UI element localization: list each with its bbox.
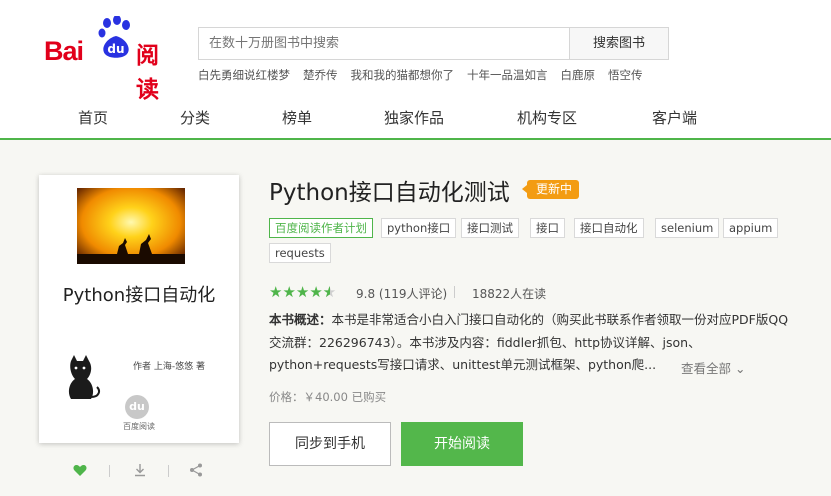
nav-home[interactable]: 首页 <box>78 107 108 128</box>
search-button[interactable]: 搜索图书 <box>569 27 669 60</box>
cover-title: Python接口自动化 <box>62 285 216 306</box>
nav-client[interactable]: 客户端 <box>652 107 697 128</box>
hot-search-link[interactable]: 十年一品温如言 <box>467 68 548 82</box>
tag-item[interactable]: selenium <box>655 218 720 238</box>
summary-label: 本书概述： <box>269 312 332 327</box>
action-divider <box>168 465 169 477</box>
rating-divider <box>454 286 455 298</box>
download-icon[interactable] <box>132 462 148 478</box>
action-divider <box>109 465 110 477</box>
nav-category[interactable]: 分类 <box>180 107 210 128</box>
tag-item[interactable]: 接口自动化 <box>574 218 644 238</box>
header: Bai du 阅读 搜索图书 白先勇细说红楼梦楚乔传我和我的猫都想你了十年一品温… <box>0 0 831 140</box>
book-cover[interactable]: Python接口自动化 作者 上海-悠悠 著 du 百度阅读 <box>39 175 239 443</box>
nav-institution[interactable]: 机构专区 <box>517 107 577 128</box>
paw-logo-icon: du <box>98 16 130 58</box>
hot-search-link[interactable]: 楚乔传 <box>303 68 338 82</box>
cat-illustration <box>68 355 100 399</box>
logo-read-text: 阅读 <box>136 43 159 103</box>
reader-count: 18822人在读 <box>472 287 547 301</box>
tag-item[interactable]: appium <box>723 218 779 238</box>
view-all-link[interactable]: 查看全部 ⌄ <box>681 358 745 377</box>
rating-score: 9.8 (119人评论) <box>356 287 448 301</box>
view-all-label: 查看全部 <box>681 361 732 376</box>
cover-actions <box>72 462 212 480</box>
rating-stars-icon: ★★★★★★ <box>269 283 337 301</box>
hot-search-link[interactable]: 白先勇细说红楼梦 <box>198 68 290 82</box>
hot-search-link[interactable]: 我和我的猫都想你了 <box>351 68 455 82</box>
nav-exclusive[interactable]: 独家作品 <box>384 107 444 128</box>
chevron-down-icon: ⌄ <box>735 361 746 376</box>
cover-brand: 百度阅读 <box>123 422 155 431</box>
share-icon[interactable] <box>188 462 204 478</box>
logo-du-text: du <box>107 42 124 56</box>
sunset-illustration <box>77 188 185 264</box>
nav-rankings[interactable]: 榜单 <box>282 107 312 128</box>
main-nav: 首页 分类 榜单 独家作品 机构专区 客户端 <box>0 107 831 137</box>
book-title: Python接口自动化测试 <box>269 180 510 206</box>
tag-item[interactable]: 百度阅读作者计划 <box>269 218 373 238</box>
price-info: 价格：￥40.00 已购买 <box>269 390 387 404</box>
logo-bai-text: Bai <box>44 36 84 66</box>
hot-search-link[interactable]: 悟空传 <box>608 68 643 82</box>
status-badge: 更新中 <box>521 180 580 199</box>
baidu-read-badge-icon: du <box>125 395 149 419</box>
cover-author: 作者 上海-悠悠 著 <box>133 362 205 372</box>
heart-icon[interactable] <box>72 462 88 478</box>
hot-search-list: 白先勇细说红楼梦 楚乔传 我和我的猫都想你了 十年一品温如言 白鹿原 悟空传 <box>198 67 656 83</box>
tag-item[interactable]: 接口测试 <box>461 218 519 238</box>
start-reading-button[interactable]: 开始阅读 <box>401 422 523 466</box>
tag-item[interactable]: python接口 <box>381 218 457 238</box>
search-input[interactable] <box>198 27 569 60</box>
hot-search-link[interactable]: 白鹿原 <box>561 68 596 82</box>
tag-item[interactable]: 接口 <box>530 218 565 238</box>
sync-to-phone-button[interactable]: 同步到手机 <box>269 422 391 466</box>
tag-item[interactable]: requests <box>269 243 331 263</box>
